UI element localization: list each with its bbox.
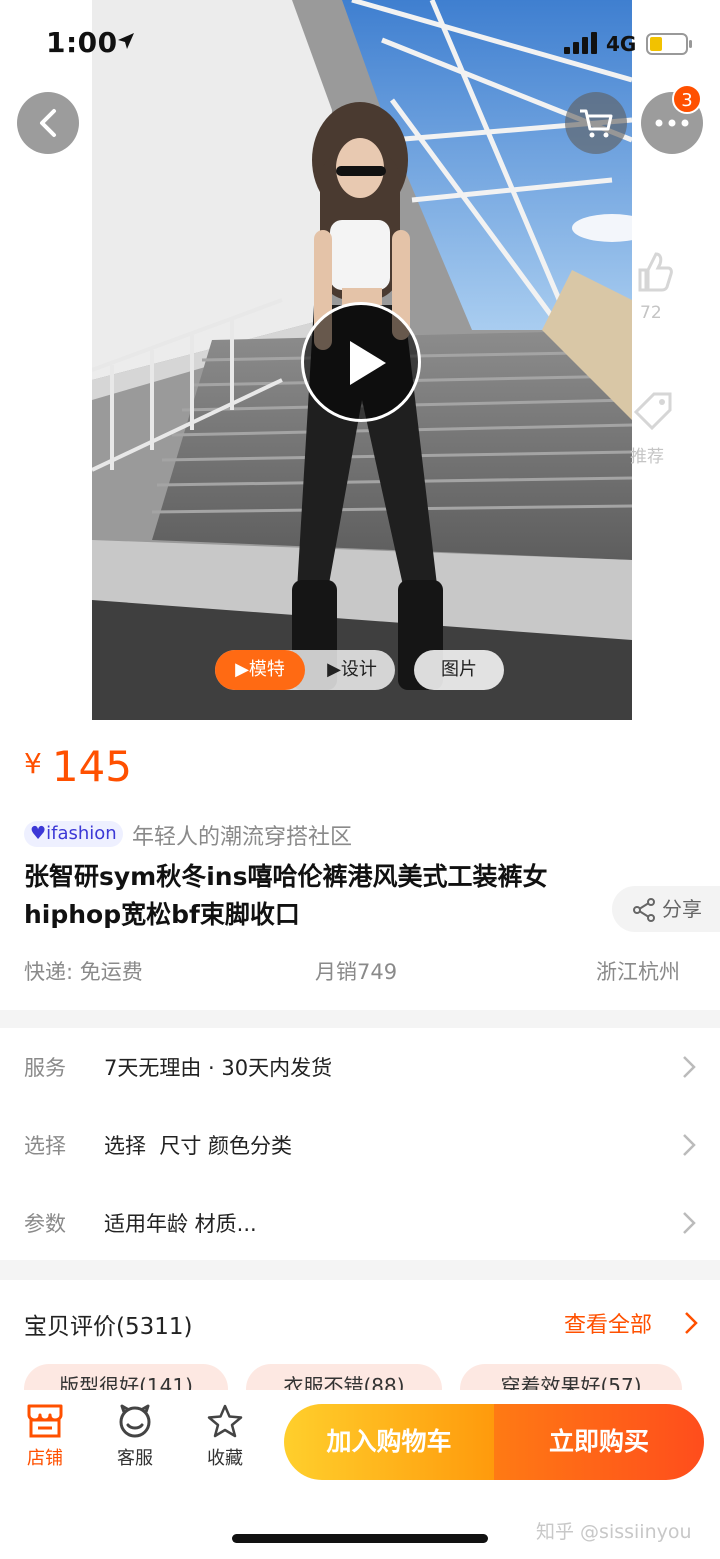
service-face-icon [119, 1404, 151, 1438]
product-info-card: ¥145 ♥ifashion 年轻人的潮流穿搭社区 张智研sym秋冬ins嘻哈伦… [0, 720, 720, 1010]
monthly-sales: 月销749 [315, 960, 398, 984]
back-button[interactable] [17, 92, 79, 154]
add-to-cart-button[interactable]: 加入购物车 [284, 1404, 494, 1480]
option-row-service[interactable]: 服务 7天无理由 · 30天内发货 [0, 1028, 720, 1106]
favorite-button[interactable]: 收藏 [193, 1404, 257, 1470]
review-tag[interactable]: 衣服不错(88) [246, 1364, 442, 1390]
reviews-title: 宝贝评价(5311) [24, 1314, 193, 1340]
tag-icon [633, 392, 672, 431]
share-button[interactable]: 分享 [612, 886, 720, 932]
product-options-card: 服务 7天无理由 · 30天内发货 选择 选择 尺寸 颜色分类 参数 适用年龄 … [0, 1028, 720, 1260]
customer-service-button[interactable]: 客服 [103, 1404, 167, 1470]
option-row-select[interactable]: 选择 选择 尺寸 颜色分类 [0, 1106, 720, 1184]
shipping-info: 快递: 免运费 [24, 960, 143, 984]
option-row-params[interactable]: 参数 适用年龄 材质... [0, 1184, 720, 1262]
chevron-right-icon[interactable] [684, 1311, 698, 1335]
like-button[interactable] [634, 250, 674, 298]
service-label: 客服 [117, 1448, 153, 1469]
chevron-right-icon [683, 1134, 696, 1156]
chevron-right-icon [683, 1056, 696, 1078]
recommend-label: 推荐 [630, 447, 664, 467]
review-tag[interactable]: 穿着效果好(57) [460, 1364, 682, 1390]
heart-check-icon: ♥ [30, 823, 47, 844]
favorite-label: 收藏 [207, 1448, 243, 1469]
brand-slogan: 年轻人的潮流穿搭社区 [132, 825, 353, 850]
review-tag[interactable]: 版型很好(141) [24, 1364, 228, 1390]
product-media: ▶模特 ▶设计 图片 72 推荐 3 1:00 4G [0, 0, 720, 720]
see-all-reviews-link[interactable]: 查看全部 [564, 1307, 652, 1339]
option-label: 选择 [24, 1134, 66, 1158]
option-value: 7天无理由 · 30天内发货 [104, 1056, 333, 1080]
location-arrow-icon [118, 33, 134, 49]
status-bar: 1:00 4G [0, 0, 720, 90]
recommend-button[interactable] [633, 390, 674, 438]
tab-model-video[interactable]: ▶模特 [215, 650, 305, 690]
store-label: 店铺 [27, 1448, 63, 1469]
store-button[interactable]: 店铺 [13, 1404, 77, 1470]
option-value: 选择 尺寸 颜色分类 [104, 1134, 293, 1158]
star-icon [207, 1404, 243, 1438]
price-currency: ¥ [24, 747, 42, 780]
price-value: 145 [51, 742, 132, 791]
product-title: 张智研sym秋冬ins嘻哈伦裤港风美式工装裤女hiphop宽松bf束脚收口 [24, 862, 548, 929]
battery-icon [646, 33, 692, 55]
thumbs-up-icon [638, 252, 673, 292]
option-label: 服务 [24, 1056, 66, 1080]
share-icon [633, 898, 655, 922]
more-dots-icon [655, 119, 689, 127]
store-icon [27, 1404, 63, 1438]
cart-button[interactable] [565, 92, 627, 154]
like-count: 72 [640, 303, 662, 323]
chevron-left-icon [40, 109, 56, 137]
product-price: ¥145 [24, 742, 132, 791]
ship-from-location: 浙江杭州 [596, 960, 680, 984]
watermark: 知乎 @sissiinyou [536, 1521, 692, 1543]
share-label: 分享 [662, 897, 702, 921]
signal-icon [564, 32, 597, 54]
buy-now-button[interactable]: 立即购买 [494, 1404, 704, 1480]
chevron-right-icon [683, 1212, 696, 1234]
home-indicator[interactable] [232, 1534, 488, 1543]
ifashion-label: ifashion [46, 823, 117, 844]
cart-icon [580, 109, 613, 138]
option-value: 适用年龄 材质... [104, 1212, 257, 1236]
option-label: 参数 [24, 1212, 66, 1236]
reviews-card: 宝贝评价(5311) 查看全部 版型很好(141) 衣服不错(88) 穿着效果好… [0, 1280, 720, 1390]
ifashion-tag[interactable]: ♥ifashion [24, 821, 123, 847]
status-time: 1:00 [46, 26, 118, 59]
tab-pictures[interactable]: 图片 [414, 650, 504, 690]
tab-design-video[interactable]: ▶设计 [310, 650, 394, 690]
play-video-button[interactable] [301, 302, 421, 422]
network-type: 4G [606, 32, 637, 56]
